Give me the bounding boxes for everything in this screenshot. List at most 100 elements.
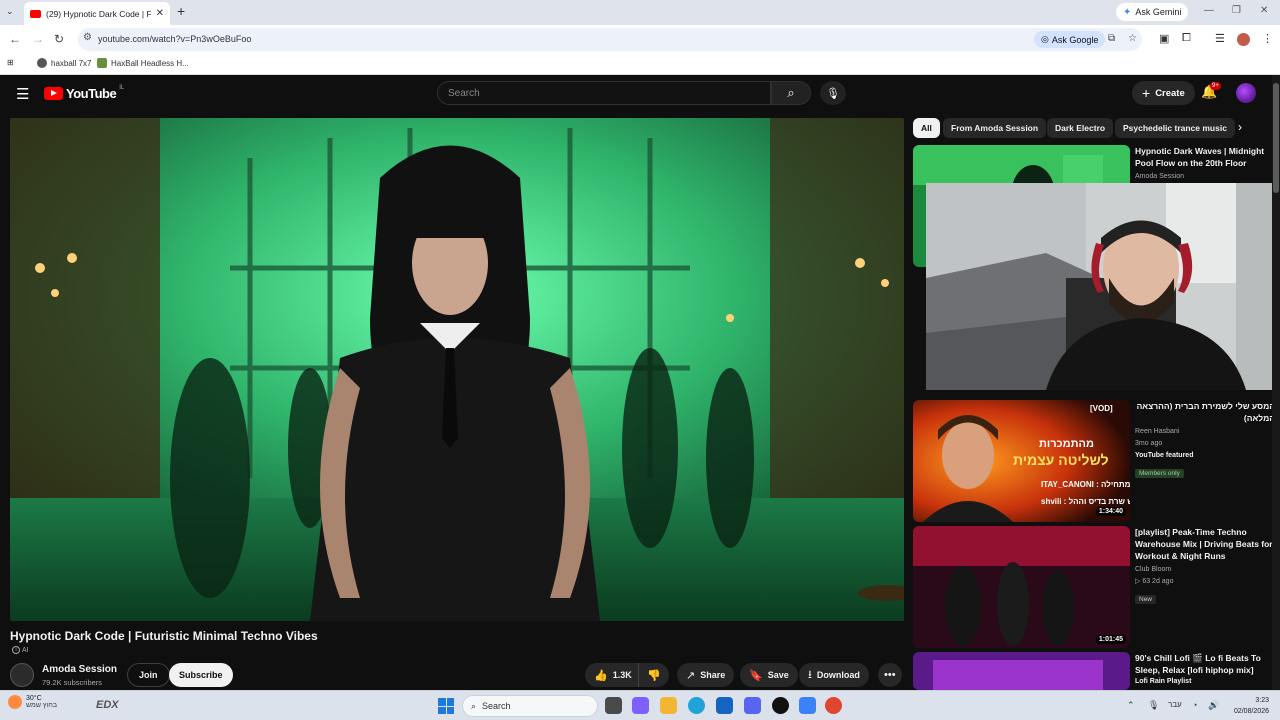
chip-psytrance[interactable]: Psychedelic trance music — [1115, 118, 1235, 138]
apps-grid-icon[interactable]: ⊞ — [7, 58, 14, 67]
store-icon[interactable] — [716, 697, 733, 714]
install-app-icon[interactable]: ⧉ — [1108, 33, 1115, 44]
youtube-play-icon — [44, 87, 63, 100]
file-explorer-icon[interactable] — [660, 697, 677, 714]
time: 3:23 — [1255, 697, 1269, 704]
reload-icon[interactable]: ↻ — [54, 32, 64, 46]
new-tab-icon[interactable]: + — [177, 3, 185, 19]
like-button[interactable]: 👍 1.3K — [585, 663, 640, 687]
back-icon[interactable]: ← — [9, 32, 21, 46]
address-bar[interactable]: ⚙ youtube.com/watch?v=Pn3wOeBuFoo ◎ Ask … — [78, 28, 1142, 51]
start-button[interactable] — [438, 698, 454, 714]
ai-disclosure-badge[interactable]: i AI — [12, 646, 29, 654]
app-icon[interactable] — [799, 697, 816, 714]
bookmark-star-icon[interactable]: ☆ — [1128, 33, 1137, 44]
extension-icon[interactable]: ▣ — [1159, 32, 1169, 45]
discord-icon[interactable] — [744, 697, 761, 714]
task-view-icon[interactable] — [605, 697, 622, 714]
recommendation-channel[interactable]: Amoda Session — [1135, 171, 1275, 183]
thumbnail-text-1: מהתמכרות — [1039, 438, 1094, 450]
create-button[interactable]: + Create — [1132, 81, 1195, 105]
share-button[interactable]: ↗ Share — [677, 663, 735, 687]
dislike-button[interactable]: 👎 — [638, 663, 669, 687]
download-label: Download — [816, 670, 860, 680]
account-avatar[interactable] — [1236, 83, 1256, 103]
ask-google-label: Ask Google — [1051, 34, 1099, 45]
browser-tab-active[interactable]: (29) Hypnotic Dark Code | Futu ✕ — [24, 2, 170, 25]
tab-search-icon[interactable]: ⌄ — [6, 6, 14, 17]
lens-icon: ◎ — [1041, 34, 1049, 44]
voice-search-button[interactable]: 🎙 — [820, 81, 846, 105]
info-icon: i — [12, 646, 20, 654]
tab-close-icon[interactable]: ✕ — [156, 8, 164, 19]
recommendation-title[interactable]: 90's Chill Lofi 🎬 Lo fi Beats To Sleep, … — [1135, 652, 1275, 676]
obs-icon[interactable] — [772, 697, 789, 714]
chip-from-channel[interactable]: From Amoda Session — [943, 118, 1047, 138]
ask-google-button[interactable]: ◎ Ask Google — [1034, 31, 1106, 48]
site-info-icon[interactable]: ⚙ — [83, 32, 92, 43]
webcam-image — [926, 183, 1280, 390]
recommendation-channel[interactable]: Lofi Rain Playlist — [1135, 676, 1275, 688]
notification-count-badge: 9+ — [1210, 82, 1221, 90]
forward-icon[interactable]: → — [32, 32, 44, 46]
video-thumbnail[interactable]: [VOD] מהתמכרות לשליטה עצמית ITAY_CANONI … — [913, 400, 1130, 522]
download-button[interactable]: ⭳ Download — [799, 663, 869, 687]
bookmark-item[interactable]: HaxBall Headless H... — [97, 58, 189, 68]
webcam-overlay — [926, 183, 1280, 390]
maximize-icon[interactable]: ❐ — [1232, 5, 1241, 16]
taskbar-search-label: Search — [482, 701, 511, 711]
video-title: Hypnotic Dark Code | Futuristic Minimal … — [10, 629, 318, 643]
recommendation-title[interactable]: [playlist] Peak-Time Techno Warehouse Mi… — [1135, 526, 1275, 562]
bookmark-item[interactable]: haxball 7x7 — [37, 58, 91, 68]
more-actions-button[interactable]: ••• — [878, 663, 902, 687]
recommendation-title[interactable]: המסע שלי לשמירת הברית (ההרצאה המלאה) — [1135, 400, 1275, 424]
menu-dots-icon[interactable]: ⋮ — [1262, 32, 1273, 45]
weather-sun-icon — [8, 695, 22, 709]
chip-all[interactable]: All — [913, 118, 940, 138]
share-icon: ↗ — [686, 669, 696, 682]
window-close-icon[interactable]: ✕ — [1260, 5, 1268, 16]
guide-menu-icon[interactable]: ☰ — [16, 85, 29, 103]
language-indicator[interactable]: עבר — [1168, 700, 1182, 709]
recommendation-meta: 3mo ago — [1135, 440, 1163, 447]
reading-list-icon[interactable]: ☰ — [1215, 32, 1225, 45]
chrome-icon[interactable] — [825, 697, 842, 714]
search-input[interactable] — [438, 82, 770, 104]
thumbnail-text-2: לשליטה עצמית — [1013, 452, 1109, 468]
video-thumbnail[interactable]: 1:01:45 — [913, 526, 1130, 648]
bookmarks-bar: ⊞ haxball 7x7 HaxBall Headless H... — [0, 54, 1280, 75]
recommendation-meta: ▷ 63 2d ago — [1135, 578, 1174, 585]
save-button[interactable]: 🔖 Save — [740, 663, 798, 687]
edge-icon[interactable] — [688, 697, 705, 714]
bookmark-label: HaxBall Headless H... — [111, 58, 189, 68]
weather-widget[interactable]: 30°C בחוץ שמש — [8, 695, 57, 709]
extensions-puzzle-icon[interactable]: ⧠ — [1182, 32, 1191, 45]
clock[interactable]: 3:23 02/08/2026 — [1225, 695, 1269, 717]
featured-label: YouTube featured — [1135, 452, 1194, 459]
members-only-badge: Members only — [1135, 469, 1184, 478]
microphone-tray-icon[interactable]: 🎙 — [1148, 700, 1159, 711]
video-thumbnail[interactable] — [913, 652, 1130, 690]
weather-text: בחוץ שמש — [26, 702, 58, 709]
minimize-icon[interactable]: — — [1204, 5, 1214, 16]
tray-chevron-icon[interactable]: ⌃ — [1127, 700, 1135, 711]
taskbar-search[interactable]: ⌕ Search — [462, 695, 598, 717]
recommendation-channel[interactable]: Reen Hasbani — [1135, 426, 1275, 438]
duration-badge: 1:01:45 — [1095, 635, 1126, 644]
ask-gemini-button[interactable]: ✦ Ask Gemini — [1116, 3, 1189, 21]
chevron-right-icon[interactable]: › — [1238, 120, 1242, 134]
recommendation-title[interactable]: Hypnotic Dark Waves | Midnight Pool Flow… — [1135, 145, 1275, 169]
scrollbar-thumb[interactable] — [1273, 83, 1279, 193]
search-button[interactable]: ⌕ — [771, 81, 811, 105]
network-icon[interactable]: ◔ — [1192, 700, 1197, 710]
teams-icon[interactable] — [632, 697, 649, 714]
volume-icon[interactable]: 🔊 — [1208, 700, 1219, 711]
youtube-logo[interactable]: YouTube IL — [44, 85, 124, 101]
like-count: 1.3K — [612, 670, 632, 680]
chip-dark-electro[interactable]: Dark Electro — [1047, 118, 1114, 138]
gemini-icon: ✦ — [1123, 6, 1132, 18]
bookmark-label: haxball 7x7 — [51, 58, 92, 68]
video-player[interactable] — [10, 118, 904, 621]
profile-avatar[interactable] — [1237, 33, 1250, 46]
recommendation-channel[interactable]: Club Bloom — [1135, 564, 1275, 576]
